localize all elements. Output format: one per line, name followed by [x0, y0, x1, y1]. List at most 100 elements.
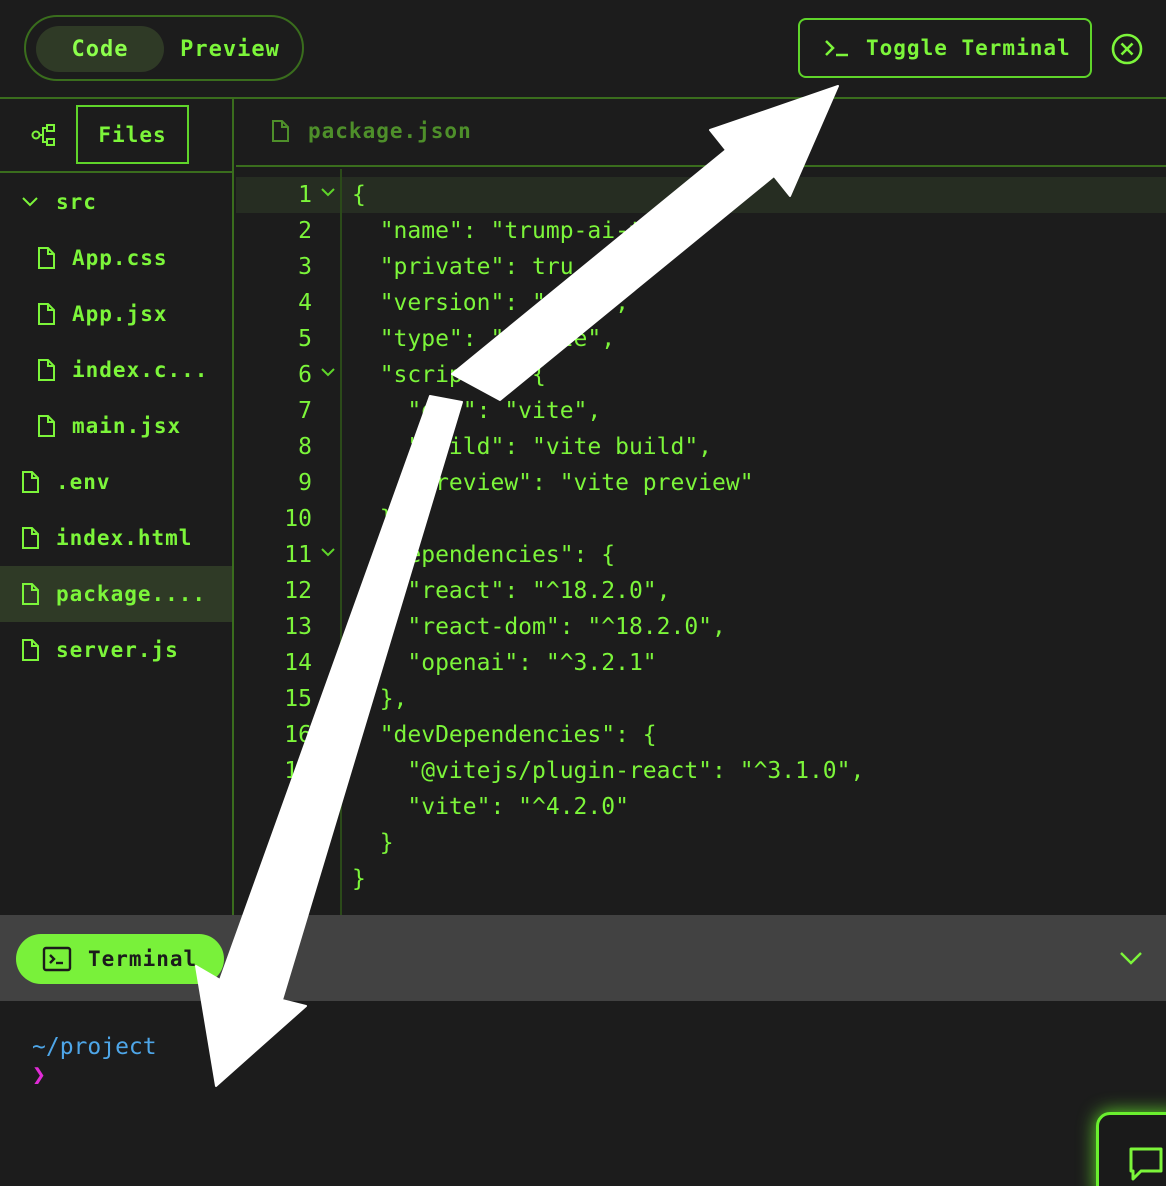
code-line[interactable]: 2 "name": "trump-ai-t",: [236, 213, 1166, 249]
line-number: 11: [284, 542, 312, 568]
fold-chevron-icon[interactable]: [320, 187, 336, 199]
code-line[interactable]: 16 "devDependencies": {: [236, 717, 1166, 753]
line-number: 6: [298, 362, 312, 388]
file-icon: [38, 415, 55, 437]
code-line[interactable]: 15 },: [236, 681, 1166, 717]
tab-terminal[interactable]: Terminal: [16, 934, 224, 984]
code-text: }: [352, 830, 394, 856]
fold-chevron-icon[interactable]: [320, 547, 336, 559]
file-icon: [22, 471, 39, 493]
file-icon: [38, 303, 55, 325]
code-text: "private": tru: [352, 254, 574, 280]
terminal-prompt-icon: [825, 40, 848, 57]
code-line[interactable]: 4 "version": ".0.0",: [236, 285, 1166, 321]
tree-file-env[interactable]: .env: [0, 454, 232, 510]
open-file-name: package.json: [308, 119, 472, 143]
code-line[interactable]: 10 },: [236, 501, 1166, 537]
tree-item-label: server.js: [56, 638, 179, 662]
code-line[interactable]: 17 "@vitejs/plugin-react": "^3.1.0",: [236, 753, 1166, 789]
tree-item-label: App.css: [72, 246, 168, 270]
tree-file-app-css[interactable]: App.css: [0, 230, 232, 286]
tree-file-index-css[interactable]: index.c...: [0, 342, 232, 398]
tree-file-index-html[interactable]: index.html: [0, 510, 232, 566]
code-text: "openai": "^3.2.1": [352, 650, 657, 676]
chat-bubble-icon: [1129, 1147, 1163, 1181]
code-line[interactable]: 19 }: [236, 825, 1166, 861]
tree-item-label: package....: [56, 582, 207, 606]
code-text: "react": "^18.2.0",: [352, 578, 671, 604]
mode-switcher: Code Preview: [24, 15, 304, 81]
chevron-down-icon[interactable]: [1118, 950, 1144, 966]
code-line[interactable]: 11 "dependencies": {: [236, 537, 1166, 573]
tree-file-app-jsx[interactable]: App.jsx: [0, 286, 232, 342]
tree-item-label: index.html: [56, 526, 193, 550]
code-line[interactable]: 12 "react": "^18.2.0",: [236, 573, 1166, 609]
code-line[interactable]: 3 "private": tru: [236, 249, 1166, 285]
line-number: 1: [298, 182, 312, 208]
code-text: "vite": "^4.2.0": [352, 794, 629, 820]
code-text: "scripts": {: [352, 362, 546, 388]
fold-chevron-icon[interactable]: [320, 367, 336, 379]
chat-button[interactable]: [1096, 1112, 1166, 1186]
file-icon: [38, 359, 55, 381]
editor-tab-bar: package.json: [236, 99, 1166, 167]
terminal-caret: ❯: [32, 1062, 46, 1088]
file-icon: [22, 639, 39, 661]
line-number: 15: [284, 686, 312, 712]
code-text: "version": ".0.0",: [352, 290, 629, 316]
line-number: 13: [284, 614, 312, 640]
code-line[interactable]: 9 "preview": "vite preview": [236, 465, 1166, 501]
line-number: 2: [298, 218, 312, 244]
code-text: },: [352, 506, 408, 532]
file-explorer: Files src App.css App.jsx index.c... mai…: [0, 99, 234, 915]
terminal-tab-label: Terminal: [88, 947, 198, 971]
file-icon: [22, 583, 39, 605]
tree-item-label: .env: [56, 470, 111, 494]
tree-file-server-js[interactable]: server.js: [0, 622, 232, 678]
code-text: "react-dom": "^18.2.0",: [352, 614, 726, 640]
terminal-path: ~/project: [32, 1034, 157, 1060]
line-number: 12: [284, 578, 312, 604]
code-line[interactable]: 14 "openai": "^3.2.1": [236, 645, 1166, 681]
line-number: 10: [284, 506, 312, 532]
tree-item-label: App.jsx: [72, 302, 168, 326]
line-number: 9: [298, 470, 312, 496]
tab-preview[interactable]: Preview: [166, 26, 294, 72]
line-number: 3: [298, 254, 312, 280]
code-text: "devDependencies": {: [352, 722, 657, 748]
code-line[interactable]: 6 "scripts": {: [236, 357, 1166, 393]
code-line[interactable]: 13 "react-dom": "^18.2.0",: [236, 609, 1166, 645]
toggle-terminal-label: Toggle Terminal: [866, 36, 1071, 60]
chevron-down-icon: [22, 197, 38, 207]
code-line[interactable]: 7 "dev": "vite",: [236, 393, 1166, 429]
tab-package-json[interactable]: package.json: [270, 119, 472, 143]
code-text: "dependencies": {: [352, 542, 616, 568]
tree-file-package-json[interactable]: package....: [0, 566, 232, 622]
tree-file-main-jsx[interactable]: main.jsx: [0, 398, 232, 454]
code-line[interactable]: 1{: [236, 177, 1166, 213]
file-tree-icon[interactable]: [31, 123, 57, 147]
code-text: {: [352, 182, 366, 208]
code-line[interactable]: 8 "build": "vite build",: [236, 429, 1166, 465]
close-icon[interactable]: [1110, 32, 1144, 66]
line-number: 8: [298, 434, 312, 460]
code-text: }: [352, 866, 366, 892]
code-line[interactable]: 20}: [236, 861, 1166, 897]
code-text: "type": "module",: [352, 326, 616, 352]
header-bar: Code Preview Toggle Terminal: [0, 0, 1166, 99]
tree-item-label: main.jsx: [72, 414, 182, 438]
line-number: 18: [284, 794, 312, 820]
file-icon: [38, 247, 55, 269]
tree-folder-src[interactable]: src: [0, 174, 232, 230]
tab-files[interactable]: Files: [76, 105, 189, 164]
terminal-icon: [42, 946, 72, 972]
terminal-output[interactable]: ~/project ❯: [0, 1001, 1166, 1186]
code-text: "build": "vite build",: [352, 434, 713, 460]
tab-code[interactable]: Code: [36, 26, 164, 72]
code-editor[interactable]: 1{2 "name": "trump-ai-t", 3 "private": tr…: [236, 169, 1166, 915]
line-number: 17: [284, 758, 312, 784]
code-line[interactable]: 18 "vite": "^4.2.0": [236, 789, 1166, 825]
tree-item-label: src: [56, 190, 97, 214]
toggle-terminal-button[interactable]: Toggle Terminal: [798, 18, 1092, 78]
code-line[interactable]: 5 "type": "module",: [236, 321, 1166, 357]
